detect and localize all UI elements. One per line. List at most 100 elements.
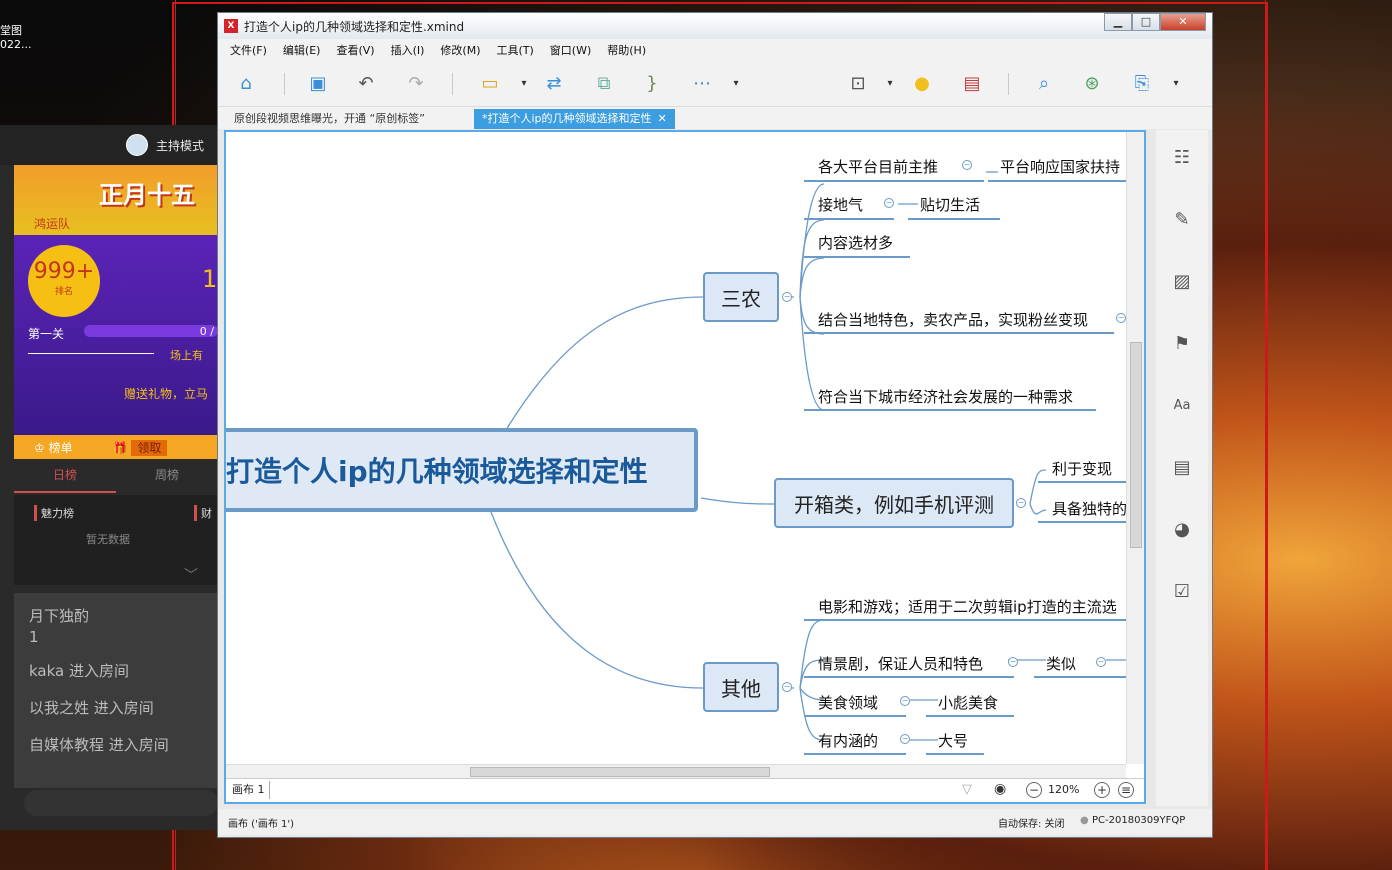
dropdown-arrow-icon[interactable]: ▾ [512,73,536,95]
menu-window[interactable]: 窗口(W) [550,42,591,58]
menu-file[interactable]: 文件(F) [230,42,267,58]
horizontal-scrollbar[interactable] [226,764,1126,778]
chat-message: kaka 进入房间 [29,662,129,680]
collapse-toggle-icon[interactable]: − [1096,657,1106,667]
subtopic-underline [926,715,1014,717]
undo-icon[interactable]: ↶ [354,73,378,95]
subtopic[interactable]: 情景剧，保证人员和特色 [818,653,983,674]
more-icon[interactable]: ⋯ [690,73,714,95]
menu-tools[interactable]: 工具(T) [496,42,533,58]
filter-icon[interactable]: ▽ [962,782,972,797]
image-icon[interactable]: ▨ [1170,270,1194,294]
topic-sannong[interactable]: 三农 [703,272,779,322]
share-icon[interactable]: ⊛ [1080,73,1104,95]
subtopic[interactable]: 大号 [938,730,968,751]
desktop-icon-label[interactable]: 022... [0,38,32,51]
format-brush-icon[interactable]: ✎ [1170,208,1194,232]
summary-icon[interactable]: } [640,73,664,95]
subtopic[interactable]: 结合当地特色，卖农产品，实现粉丝变现 [818,309,1088,330]
menu-help[interactable]: 帮助(H) [607,42,646,58]
save-icon[interactable]: ▣ [306,73,330,95]
zoom-menu-button[interactable]: ≡ [1118,782,1134,798]
menu-view[interactable]: 查看(V) [336,42,374,58]
subtopic-underline [804,409,1096,411]
sheet-tab[interactable]: 画布 1 [228,781,270,799]
title-bar[interactable]: X 打造个人ip的几种领域选择和定性.xmind ▁ □ ✕ [218,13,1212,39]
task-icon[interactable]: ☑ [1170,580,1194,604]
subtopic[interactable]: 具备独特的 [1052,498,1127,519]
chat-input[interactable] [24,790,218,816]
dropdown-arrow-icon[interactable]: ▾ [878,73,902,95]
central-topic[interactable]: 打造个人ip的几种领域选择和定性 [226,428,698,512]
menu-modify[interactable]: 修改(M) [440,42,480,58]
xmind-app-icon[interactable]: X [224,19,238,33]
dropdown-arrow-icon[interactable]: ▾ [1164,73,1188,95]
presentation-icon[interactable]: ⊡ [846,73,870,95]
notes-icon[interactable]: ▤ [1170,456,1194,480]
relationship-icon[interactable]: ⇄ [542,73,566,95]
minimize-button[interactable]: ▁ [1104,13,1132,31]
chevron-down-icon[interactable]: ﹀ [184,565,198,585]
desktop-icon-label[interactable]: 堂图 [0,22,22,38]
eye-icon[interactable]: ◉ [994,781,1006,797]
collapse-toggle-icon[interactable]: − [782,292,792,302]
close-button[interactable]: ✕ [1160,13,1206,31]
redo-icon[interactable]: ↷ [404,73,428,95]
subtopic[interactable]: 类似 [1046,653,1076,674]
font-icon[interactable]: Aa [1170,394,1194,418]
collapse-toggle-icon[interactable]: − [962,160,972,170]
export-icon[interactable]: ⎘ [1130,73,1154,95]
status-autosave[interactable]: 自动保存: 关闭 [998,815,1065,830]
zoom-out-button[interactable]: − [1026,782,1042,798]
topic-icon[interactable]: ▭ [478,73,502,95]
rank-list-link[interactable]: ♔ 榜单 [34,439,73,456]
subtopic[interactable]: 贴切生活 [920,194,980,215]
window-controls: ▁ □ ✕ [1104,13,1206,31]
collapse-toggle-icon[interactable]: − [782,682,792,692]
tab-active-document[interactable]: *打造个人ip的几种领域选择和定性 ✕ [474,109,675,129]
marker-flag-icon[interactable]: ⚑ [1170,332,1194,356]
subtopic[interactable]: 接地气 [818,194,863,215]
subtopic[interactable]: 电影和游戏；适用于二次剪辑ip打造的主流选 [818,596,1117,617]
lightbulb-icon[interactable]: ● [910,73,934,95]
tab-week[interactable]: 周榜 [116,463,218,493]
tab-inactive-document[interactable]: 原创段视频思维曝光，开通 “原创标签” [226,109,433,129]
collapse-toggle-icon[interactable]: − [884,198,894,208]
subtopic[interactable]: 利于变现 [1052,458,1112,479]
dropdown-arrow-icon[interactable]: ▾ [724,73,748,95]
horizontal-scroll-thumb[interactable] [470,767,770,777]
collapse-toggle-icon[interactable]: − [1116,313,1126,323]
subtopic[interactable]: 有内涵的 [818,730,878,751]
topic-qita[interactable]: 其他 [703,662,779,712]
comment-icon[interactable]: ◕ [1170,518,1194,542]
menu-insert[interactable]: 插入(I) [391,42,425,58]
subtopic[interactable]: 小彪美食 [938,692,998,713]
subtopic[interactable]: 各大平台目前主推 [818,156,938,177]
host-mode-label[interactable]: 主持模式 [156,137,204,154]
mindmap-canvas[interactable]: 打造个人ip的几种领域选择和定性 三农 − 各大平台目前主推 − 平台响应国家扶… [226,132,1128,764]
subtopic[interactable]: 符合当下城市经济社会发展的一种需求 [818,386,1073,407]
subtopic[interactable]: 美食领域 [818,692,878,713]
boundary-icon[interactable]: ⧉ [592,73,616,95]
avatar[interactable] [126,134,148,156]
claim-button[interactable]: 🎁 领取 [113,439,168,456]
subtopic[interactable]: 内容选材多 [818,232,893,253]
search-icon[interactable]: ⌕ [1032,73,1056,95]
tab-day[interactable]: 日榜 [14,463,116,493]
collapse-toggle-icon[interactable]: − [1008,657,1018,667]
maximize-button[interactable]: □ [1132,13,1160,31]
gantt-icon[interactable]: ▤ [960,73,984,95]
home-icon[interactable]: ⌂ [234,73,258,95]
collapse-toggle-icon[interactable]: − [900,734,910,744]
menu-edit[interactable]: 编辑(E) [283,42,321,58]
chat-message: 1 [29,628,39,646]
zoom-in-button[interactable]: + [1094,782,1110,798]
close-icon[interactable]: ✕ [658,112,667,125]
subtopic[interactable]: 平台响应国家扶持 [1000,156,1120,177]
outline-icon[interactable]: ☷ [1170,146,1194,170]
topic-kaixiang[interactable]: 开箱类，例如手机评测 [774,478,1014,528]
collapse-toggle-icon[interactable]: − [1016,498,1026,508]
vertical-scrollbar[interactable] [1126,132,1144,764]
vertical-scroll-thumb[interactable] [1130,342,1142,548]
collapse-toggle-icon[interactable]: − [900,696,910,706]
